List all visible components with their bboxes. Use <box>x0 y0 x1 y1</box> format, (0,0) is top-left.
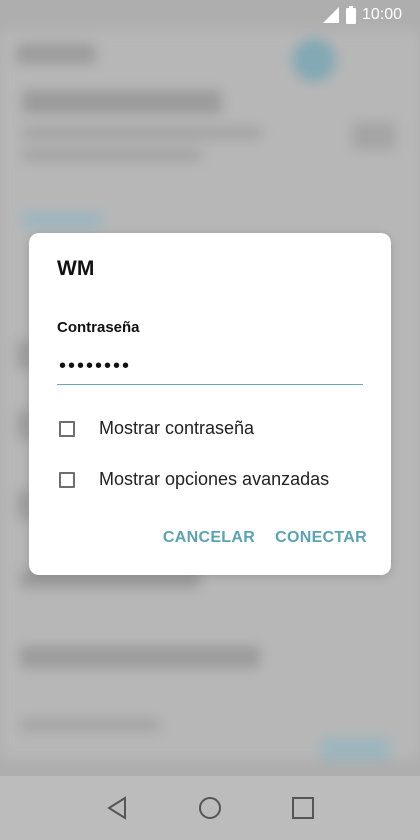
password-field[interactable]: •••••••• <box>57 351 363 385</box>
password-label: Contraseña <box>57 319 140 336</box>
show-password-option[interactable]: Mostrar contraseña <box>59 418 254 439</box>
home-icon <box>198 797 221 819</box>
cancel-button[interactable]: CANCELAR <box>163 529 255 547</box>
show-password-checkbox[interactable] <box>59 420 75 437</box>
wifi-password-dialog: WM Contraseña •••••••• Mostrar contraseñ… <box>29 233 391 575</box>
signal-icon <box>322 7 339 23</box>
show-advanced-checkbox[interactable] <box>59 471 75 488</box>
show-advanced-options[interactable]: Mostrar opciones avanzadas <box>59 469 329 490</box>
connect-button[interactable]: CONECTAR <box>275 529 367 547</box>
status-bar: 10:00 <box>0 0 420 30</box>
show-password-label[interactable]: Mostrar contraseña <box>99 418 254 439</box>
status-time: 10:00 <box>361 6 402 23</box>
back-icon <box>106 796 126 820</box>
dialog-title: WM <box>57 257 95 280</box>
dialog-actions: CANCELAR CONECTAR <box>163 529 367 547</box>
battery-icon <box>345 6 356 24</box>
password-value[interactable]: •••••••• <box>59 355 131 378</box>
back-button[interactable] <box>103 794 131 822</box>
home-button[interactable] <box>196 794 224 822</box>
show-advanced-label[interactable]: Mostrar opciones avanzadas <box>99 469 329 490</box>
recents-icon <box>292 797 315 819</box>
navigation-bar <box>0 776 420 840</box>
recents-button[interactable] <box>289 794 317 822</box>
